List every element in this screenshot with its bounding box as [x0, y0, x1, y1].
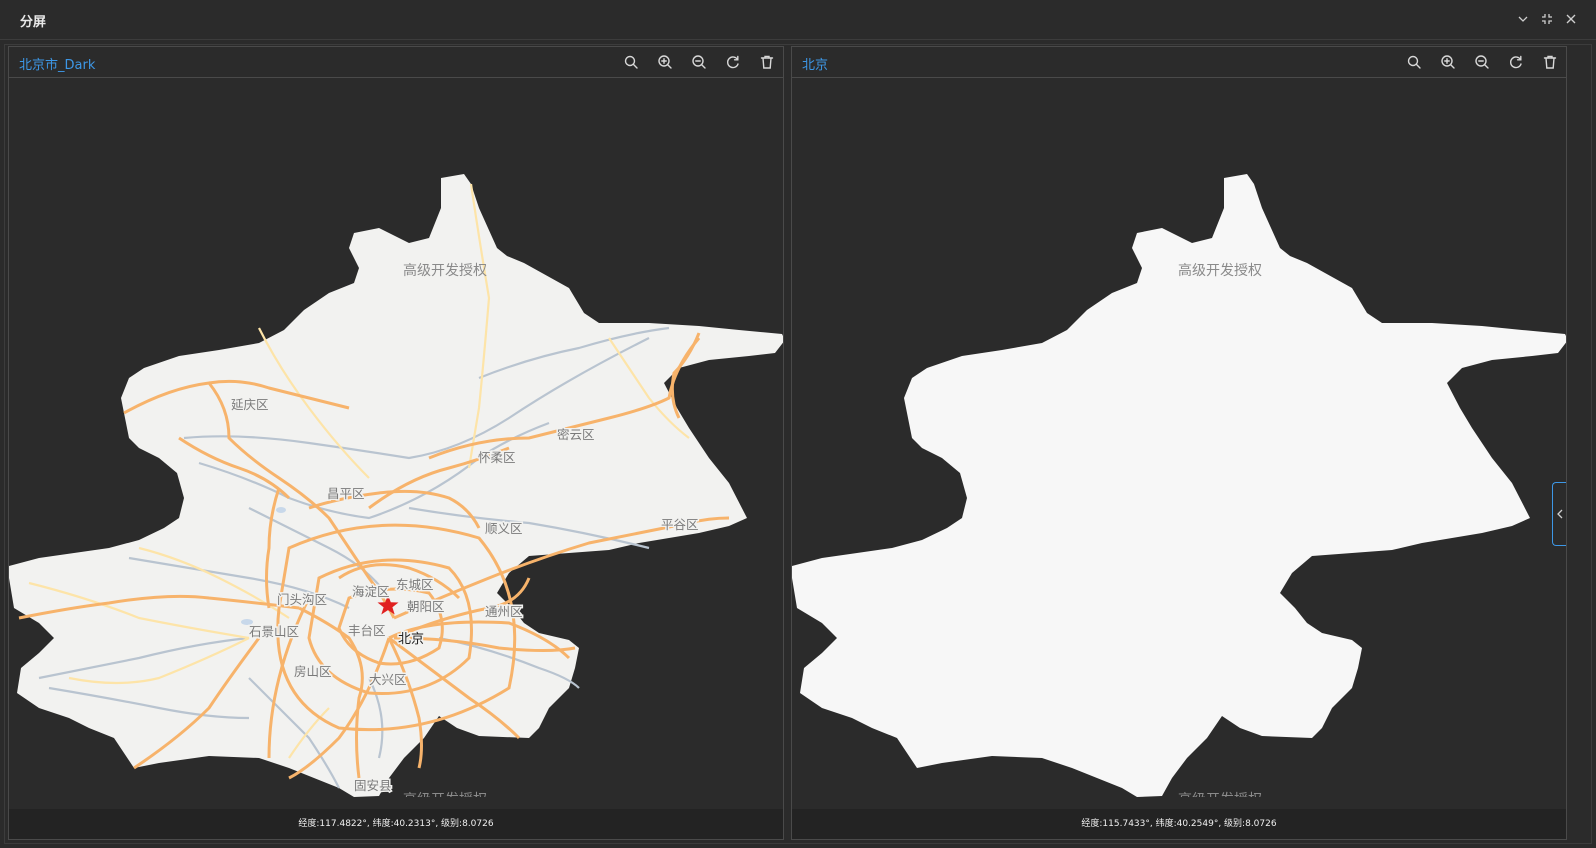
zoom-in-icon[interactable] — [1438, 52, 1458, 72]
close-icon[interactable] — [1564, 10, 1578, 28]
zoom-out-icon[interactable] — [1472, 52, 1492, 72]
watermark-bottom: 高级开发授权 — [1178, 791, 1262, 797]
search-icon[interactable] — [621, 52, 641, 72]
window-controls — [1516, 10, 1578, 28]
left-map-panel: 北京市_Dark 高级开发授权 延庆区 密云区 怀柔区 昌平区 平谷区 顺义区 … — [8, 46, 784, 840]
right-map-panel: 北京 高级开发授权 高级开发授权 — [791, 46, 1567, 840]
district-label-dongcheng: 东城区 — [396, 577, 434, 592]
district-label-haidian: 海淀区 — [352, 584, 390, 599]
right-status-bar: 经度:115.7433°, 纬度:40.2549°, 级别:8.0726 — [792, 809, 1566, 839]
right-panel-header: 北京 — [792, 47, 1566, 78]
district-label-miyun: 密云区 — [557, 427, 595, 442]
refresh-icon[interactable] — [723, 52, 743, 72]
district-label-pinggu: 平谷区 — [661, 517, 699, 532]
chevron-left-icon — [1556, 509, 1562, 519]
search-icon[interactable] — [1404, 52, 1424, 72]
left-panel-title[interactable]: 北京市_Dark — [19, 54, 95, 73]
district-label-guan: 固安县 — [354, 778, 392, 793]
watermark-top: 高级开发授权 — [403, 262, 487, 279]
window-title: 分屏 — [20, 15, 47, 30]
right-map-view[interactable]: 高级开发授权 高级开发授权 — [792, 78, 1566, 797]
side-panel-toggle[interactable] — [1552, 482, 1566, 546]
right-panel-title[interactable]: 北京 — [802, 54, 828, 73]
window-titlebar: 分屏 — [0, 0, 1596, 40]
right-panel-toolbar — [1404, 52, 1560, 72]
zoom-out-icon[interactable] — [689, 52, 709, 72]
trash-icon[interactable] — [1540, 52, 1560, 72]
district-label-yanqing: 延庆区 — [231, 397, 269, 412]
beijing-boundary — [9, 174, 783, 797]
beijing-boundary-map[interactable]: 高级开发授权 高级开发授权 — [792, 78, 1566, 797]
district-label-shijingshan: 石景山区 — [249, 624, 299, 639]
collapse-icon[interactable] — [1540, 10, 1554, 28]
district-label-fengtai: 丰台区 — [348, 623, 386, 638]
district-label-huairou: 怀柔区 — [478, 450, 516, 465]
watermark-top: 高级开发授权 — [1178, 262, 1262, 279]
district-label-tongzhou: 通州区 — [485, 604, 523, 619]
beijing-road-map[interactable]: 高级开发授权 高级开发授权 延庆区 密云区 怀柔区 昌平区 平谷区 顺义区 东城… — [9, 78, 783, 797]
district-label-daxing: 大兴区 — [369, 672, 407, 687]
zoom-in-icon[interactable] — [655, 52, 675, 72]
left-status-bar: 经度:117.4822°, 纬度:40.2313°, 级别:8.0726 — [9, 809, 783, 839]
reservoir — [276, 507, 286, 513]
left-panel-header: 北京市_Dark — [9, 47, 783, 78]
chevron-down-icon[interactable] — [1516, 10, 1530, 28]
left-panel-toolbar — [621, 52, 777, 72]
refresh-icon[interactable] — [1506, 52, 1526, 72]
watermark-bottom: 高级开发授权 — [403, 791, 487, 797]
left-map-view[interactable]: 高级开发授权 高级开发授权 延庆区 密云区 怀柔区 昌平区 平谷区 顺义区 东城… — [9, 78, 783, 797]
district-label-mentougou: 门头沟区 — [277, 592, 327, 607]
district-label-shunyi: 顺义区 — [485, 521, 523, 536]
trash-icon[interactable] — [757, 52, 777, 72]
district-label-fangshan: 房山区 — [294, 664, 332, 679]
city-label-beijing: 北京 — [398, 632, 424, 647]
district-label-changping: 昌平区 — [327, 486, 365, 501]
district-label-chaoyang: 朝阳区 — [407, 599, 445, 614]
